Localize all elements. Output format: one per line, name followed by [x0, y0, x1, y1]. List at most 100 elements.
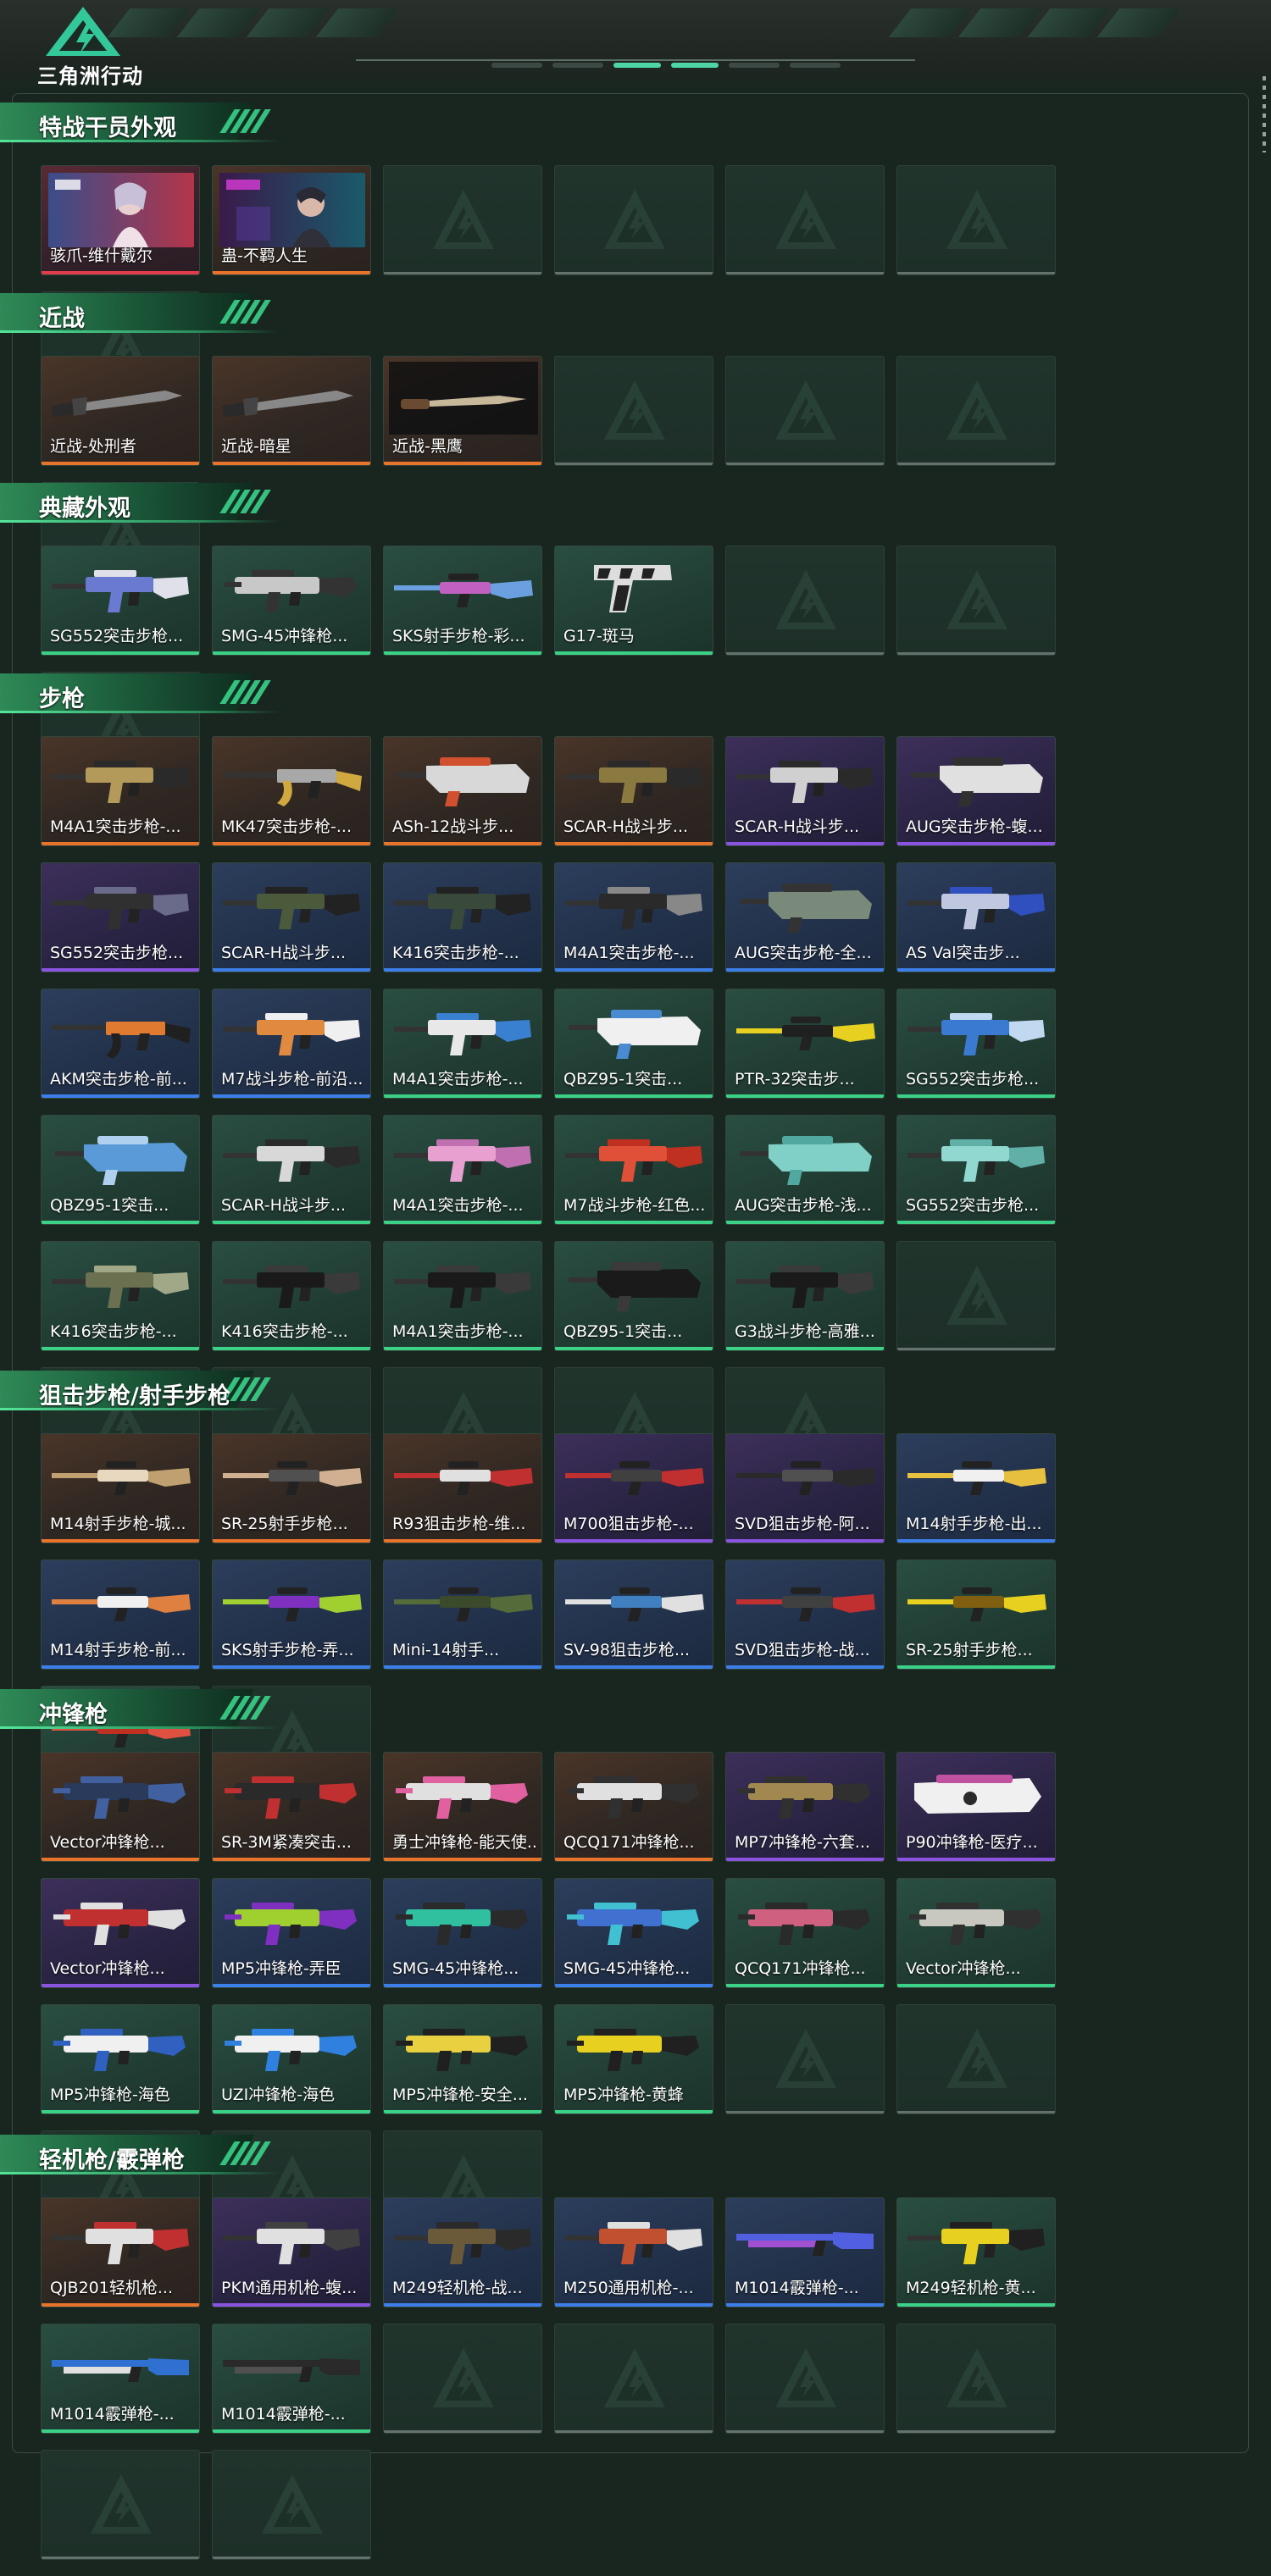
skin-tile[interactable]: MP5冲锋枪-黄蜂 — [554, 2004, 713, 2114]
skin-tile[interactable]: SCAR-H战斗步... — [212, 1115, 371, 1225]
skin-tile[interactable]: SVD狙击步枪-阿... — [725, 1433, 885, 1543]
empty-slot — [896, 356, 1056, 466]
skin-tile[interactable]: MP5冲锋枪-弄臣 — [212, 1878, 371, 1988]
skin-tile[interactable]: QCQ171冲锋枪... — [725, 1878, 885, 1988]
skin-tile[interactable]: 近战-处刑者 — [41, 356, 200, 466]
skin-tile[interactable]: SG552突击步枪... — [41, 862, 200, 972]
skin-tile[interactable]: SR-25射手步枪... — [896, 1559, 1056, 1670]
skin-name: M14射手步枪-前... — [50, 1641, 186, 1659]
skin-name: K416突击步枪-... — [50, 1322, 177, 1341]
skin-tile[interactable]: SCAR-H战斗步... — [554, 736, 713, 846]
skin-name: SR-3M紧凑突击... — [221, 1833, 352, 1852]
skin-tile[interactable]: 蛊-不羁人生 — [212, 165, 371, 275]
empty-slot — [896, 2324, 1056, 2434]
skin-thumbnail — [736, 2232, 874, 2256]
skin-tile[interactable]: QJB201轻机枪... — [41, 2197, 200, 2307]
skin-tile[interactable]: M14射手步枪-前... — [41, 1559, 200, 1670]
skin-tile[interactable]: M4A1突击步枪-... — [554, 862, 713, 972]
skin-name: G3战斗步枪-高雅... — [735, 1322, 875, 1341]
skin-tile[interactable]: M7战斗步枪-前沿... — [212, 989, 371, 1099]
skin-tile[interactable]: M14射手步枪-出... — [896, 1433, 1056, 1543]
skin-tile[interactable]: M4A1突击步枪-... — [41, 736, 200, 846]
skin-tile[interactable]: SR-3M紧凑突击... — [212, 1752, 371, 1862]
skin-tile[interactable]: SKS射手步枪-彩... — [383, 546, 542, 656]
scroll-indicator[interactable] — [1263, 76, 1266, 152]
skin-tile[interactable]: MK47突击步枪-... — [212, 736, 371, 846]
empty-slot — [725, 2004, 885, 2114]
skin-tile[interactable]: 近战-黑鹰 — [383, 356, 542, 466]
skin-tile[interactable]: QBZ95-1突击... — [41, 1115, 200, 1225]
skin-thumbnail — [396, 2029, 528, 2071]
skin-tile[interactable]: QCQ171冲锋枪... — [554, 1752, 713, 1862]
skin-tile[interactable]: AUG突击步枪-浅... — [725, 1115, 885, 1225]
skin-tile[interactable]: M1014霰弹枪-... — [725, 2197, 885, 2307]
skin-tile[interactable]: M4A1突击步枪-... — [383, 1115, 542, 1225]
skin-tile[interactable]: 近战-暗星 — [212, 356, 371, 466]
skin-tile[interactable]: QBZ95-1突击... — [554, 1241, 713, 1351]
skin-tile[interactable]: SMG-45冲锋枪... — [554, 1878, 713, 1988]
skin-tile[interactable]: G3战斗步枪-高雅... — [725, 1241, 885, 1351]
skin-thumbnail — [396, 1776, 528, 1819]
skin-tile[interactable]: 勇士冲锋枪-能天使... — [383, 1752, 542, 1862]
skin-tile[interactable]: MP7冲锋枪-六套... — [725, 1752, 885, 1862]
skin-tile[interactable]: SG552突击步枪... — [896, 1115, 1056, 1225]
skin-tile[interactable]: Vector冲锋枪... — [41, 1752, 200, 1862]
skin-tile[interactable]: PTR-32突击步... — [725, 989, 885, 1099]
skin-tile[interactable]: M249轻机枪-黄... — [896, 2197, 1056, 2307]
skin-tile[interactable]: Mini-14射手... — [383, 1559, 542, 1670]
skin-thumbnail — [567, 1776, 699, 1819]
skin-tile[interactable]: PKM通用机枪-蝮... — [212, 2197, 371, 2307]
skin-thumbnail — [738, 1776, 870, 1819]
skin-tile[interactable]: K416突击步枪-... — [41, 1241, 200, 1351]
skin-tile[interactable]: R93狙击步枪-维... — [383, 1433, 542, 1543]
skin-thumbnail — [48, 173, 194, 247]
skin-tile[interactable]: Vector冲锋枪... — [41, 1878, 200, 1988]
skin-thumbnail — [907, 1013, 1045, 1055]
skin-thumbnail — [567, 2029, 699, 2071]
skin-thumbnail — [52, 1022, 191, 1059]
skin-tile[interactable]: Vector冲锋枪... — [896, 1878, 1056, 1988]
empty-slot — [383, 2324, 542, 2434]
skin-tile[interactable]: M250通用机枪-... — [554, 2197, 713, 2307]
skin-tile[interactable]: M4A1突击步枪-... — [383, 1241, 542, 1351]
skin-tile[interactable]: M1014霰弹枪-... — [41, 2324, 200, 2434]
skin-tile[interactable]: 骇爪-维什戴尔 — [41, 165, 200, 275]
skin-tile[interactable]: M14射手步枪-城... — [41, 1433, 200, 1543]
skin-tile[interactable]: G17-斑马 — [554, 546, 713, 656]
skin-tile[interactable]: SR-25射手步枪... — [212, 1433, 371, 1543]
skin-tile[interactable]: K416突击步枪-... — [212, 1241, 371, 1351]
skin-tile[interactable]: UZI冲锋枪-海色 — [212, 2004, 371, 2114]
skin-tile[interactable]: MP5冲锋枪-安全... — [383, 2004, 542, 2114]
skin-tile[interactable]: QBZ95-1突击... — [554, 989, 713, 1099]
skin-tile[interactable]: M4A1突击步枪-... — [383, 989, 542, 1099]
skin-tile[interactable]: AUG突击步枪-全... — [725, 862, 885, 972]
skin-tile[interactable]: SG552突击步枪... — [896, 989, 1056, 1099]
skin-tile[interactable]: SMG-45冲锋枪... — [212, 546, 371, 656]
skin-tile[interactable]: SVD狙击步枪-战... — [725, 1559, 885, 1670]
skin-tile[interactable]: SCAR-H战斗步... — [725, 736, 885, 846]
skin-tile[interactable]: SKS射手步枪-弄... — [212, 1559, 371, 1670]
skin-tile[interactable]: SV-98狙击步枪... — [554, 1559, 713, 1670]
skin-tile[interactable]: P90冲锋枪-医疗... — [896, 1752, 1056, 1862]
skin-tile[interactable]: AS Val突击步... — [896, 862, 1056, 972]
skin-tile[interactable]: ASh-12战斗步... — [383, 736, 542, 846]
empty-slot — [554, 356, 713, 466]
skin-thumbnail — [225, 1903, 357, 1945]
skin-tile[interactable]: SMG-45冲锋枪... — [383, 1878, 542, 1988]
skin-thumbnail — [911, 757, 1043, 806]
skin-tile[interactable]: AUG突击步枪-蝮... — [896, 736, 1056, 846]
skin-tile[interactable]: MP5冲锋枪-海色 — [41, 2004, 200, 2114]
skin-tile[interactable]: M7战斗步枪-红色... — [554, 1115, 713, 1225]
skin-tile[interactable]: SCAR-H战斗步... — [212, 862, 371, 972]
empty-slot — [725, 2324, 885, 2434]
skin-thumbnail — [594, 565, 672, 612]
skin-name: 近战-处刑者 — [50, 437, 136, 456]
skin-tile[interactable]: M249轻机枪-战... — [383, 2197, 542, 2307]
skin-tile[interactable]: M1014霰弹枪-... — [212, 2324, 371, 2434]
skin-tile[interactable]: K416突击步枪-... — [383, 862, 542, 972]
skin-tile[interactable]: AKM突击步枪-前... — [41, 989, 200, 1099]
skin-name: SKS射手步枪-弄... — [221, 1641, 354, 1659]
empty-slot — [383, 165, 542, 275]
skin-tile[interactable]: M700狙击步枪-... — [554, 1433, 713, 1543]
skin-tile[interactable]: SG552突击步枪... — [41, 546, 200, 656]
